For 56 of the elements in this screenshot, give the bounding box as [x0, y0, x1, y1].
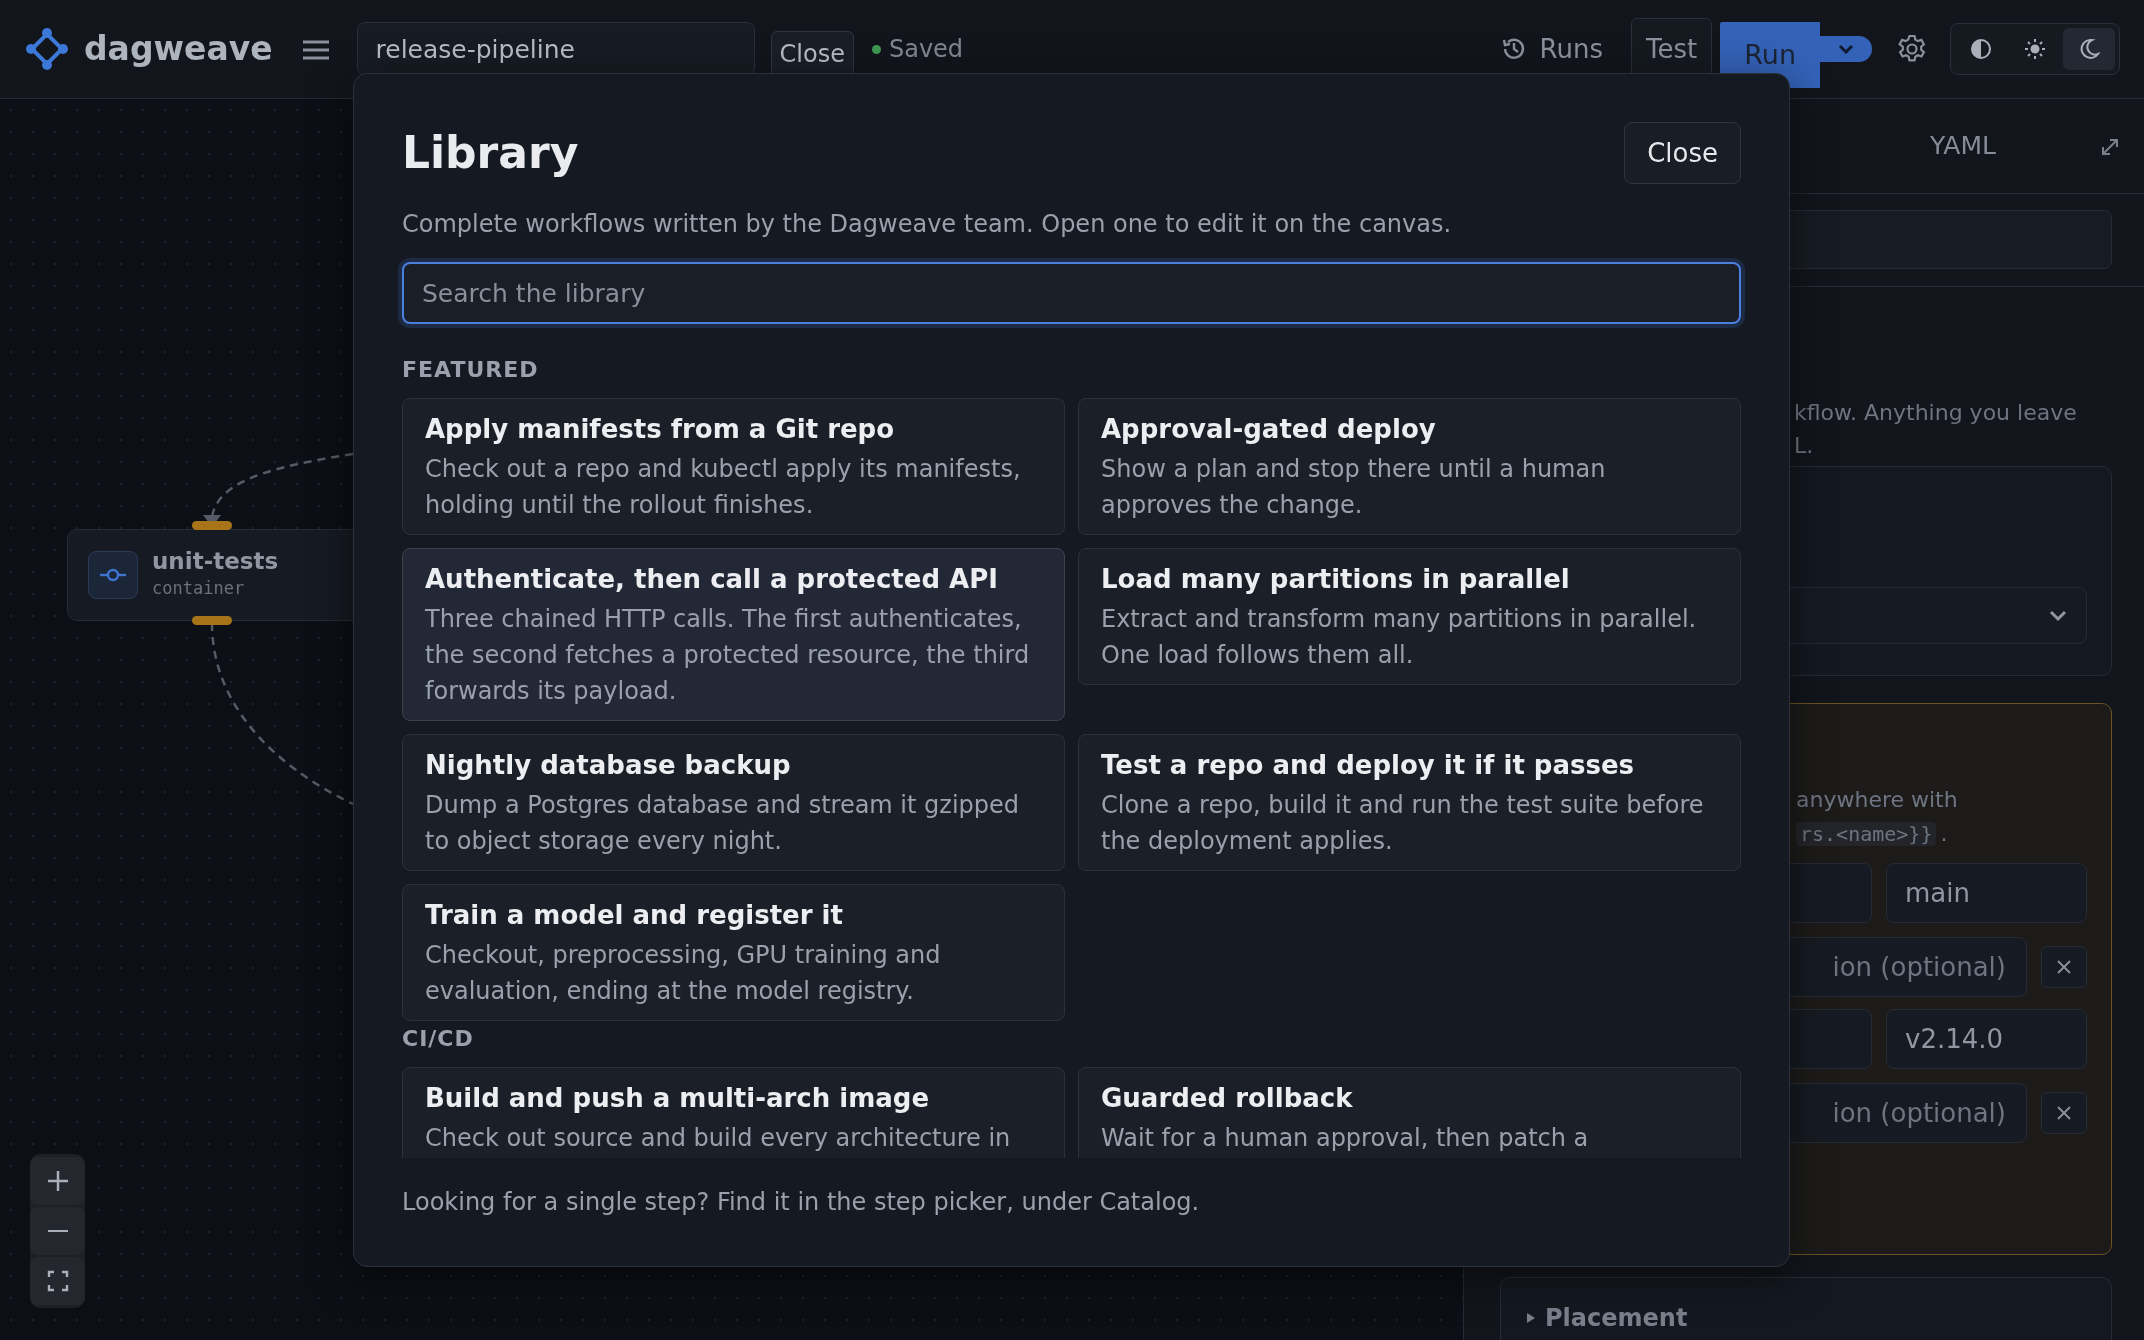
caret-icon — [1838, 44, 1854, 54]
remove-button[interactable] — [2041, 1092, 2087, 1134]
code-snippet: rs.<name>}} — [1796, 822, 1937, 846]
close-icon — [2056, 959, 2072, 975]
close-button[interactable]: Close — [1624, 122, 1741, 184]
dialog-description: Complete workflows written by the Dagweave team. Open one to edit it on the canvas. — [402, 209, 1453, 240]
logo-icon — [26, 28, 68, 70]
close-icon — [2056, 1105, 2072, 1121]
sun-icon — [2024, 38, 2046, 60]
status-dot — [871, 44, 881, 54]
workflow-name-field[interactable]: release-pipeline — [356, 22, 755, 76]
dialog-title: Library — [402, 126, 579, 180]
plus-icon — [45, 1169, 70, 1193]
workflow-card[interactable]: Build and push a multi-arch image Check out source and build every architecture in — [402, 1067, 1065, 1158]
help-text: L. — [1794, 432, 1815, 460]
panel-tab[interactable]: YAML — [1924, 126, 2002, 166]
contrast-icon — [1970, 38, 1992, 60]
run-options-button[interactable] — [1820, 36, 1872, 62]
section-heading: FEATURED — [402, 356, 540, 384]
workflow-card[interactable]: Train a model and register it Checkout, preprocessing, GPU training and evaluation, ending at the model registry. — [402, 884, 1065, 1021]
workflow-card[interactable]: Guarded rollback Wait for a human approval, then patch a — [1078, 1067, 1741, 1158]
workflow-card[interactable]: Nightly database backup Dump a Postgres database and stream it gzipped to object storage every night. — [402, 734, 1065, 871]
node-title: unit-tests — [152, 548, 279, 577]
expand-icon — [2100, 136, 2120, 157]
workflow-card[interactable]: Test a repo and deploy it if it passes Clone a repo, build it and run the test suite before the deployment applies. — [1078, 734, 1741, 871]
workflow-card[interactable]: Approval-gated deploy Show a plan and stop there until a human approves the change. — [1078, 398, 1741, 535]
help-text: . — [1940, 821, 1948, 846]
output-port[interactable] — [192, 616, 232, 625]
moon-icon — [2078, 38, 2100, 60]
settings-icon — [1896, 33, 1928, 65]
runs-button[interactable]: Runs — [1493, 28, 1609, 70]
node-type: container — [152, 577, 246, 601]
node-icon — [88, 551, 138, 599]
help-text: kflow. Anything you leave — [1794, 399, 2078, 427]
fit-view-button[interactable] — [30, 1257, 85, 1305]
chevron-down-icon — [2048, 609, 2068, 622]
workflow-card[interactable]: Authenticate, then call a protected API Three chained HTTP calls. The first authenticates, the second fetches a protected resource, the third forwards its payload. — [402, 548, 1065, 721]
minus-icon — [45, 1229, 70, 1233]
search-field[interactable]: Search the library — [402, 262, 1741, 324]
caret-icon — [1525, 1310, 1537, 1325]
zoom-in-button[interactable] — [30, 1157, 85, 1205]
help-text: anywhere with — [1796, 786, 1959, 814]
app-name: dagweave — [84, 28, 273, 71]
workflow-card[interactable]: Load many partitions in parallel Extract and transform many partitions in parallel. One load follows them all. — [1078, 548, 1741, 685]
workflow-card[interactable]: Apply manifests from a Git repo Check out a repo and kubectl apply its manifests, holding until the rollout finishes. — [402, 398, 1065, 535]
section-heading: CI/CD — [402, 1025, 475, 1053]
placement-toggle[interactable]: Placement — [1525, 1299, 1688, 1336]
input-field[interactable]: main — [1886, 863, 2087, 923]
remove-button[interactable] — [2041, 946, 2087, 988]
menu-icon — [301, 38, 330, 61]
footer-text: Looking for a single step? Find it in the step picker, under Catalog. — [402, 1187, 1201, 1218]
input-field[interactable]: v2.14.0 — [1886, 1009, 2087, 1069]
save-status: Saved — [888, 34, 964, 65]
fit-view-icon — [45, 1269, 70, 1293]
theme-button[interactable] — [2063, 28, 2115, 70]
input-port[interactable] — [192, 521, 232, 530]
